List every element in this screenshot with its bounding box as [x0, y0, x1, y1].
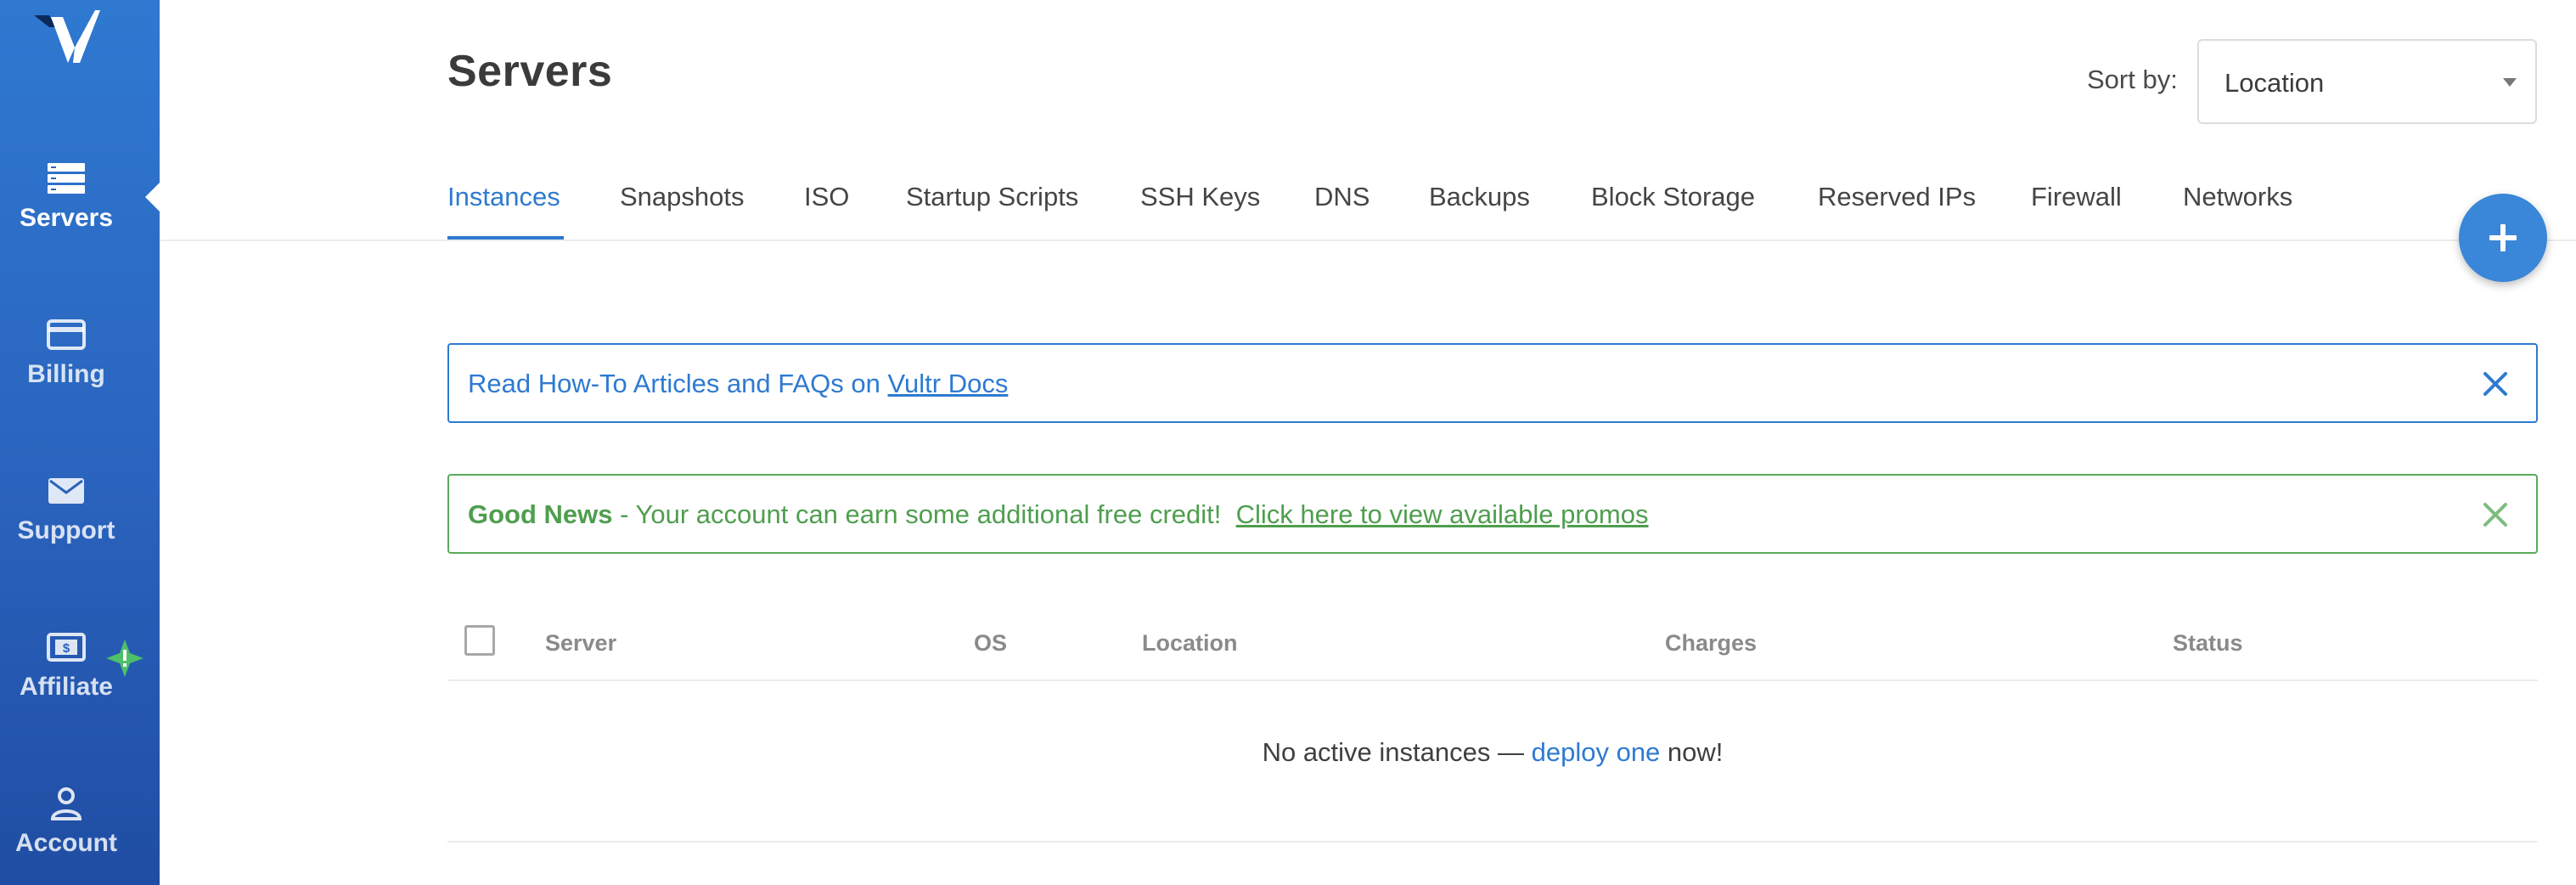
credit-card-icon	[47, 319, 86, 350]
promo-notice-text: Good News - Your account can earn some a…	[468, 499, 1649, 530]
sidebar-item-support[interactable]: Support	[0, 457, 160, 584]
column-header-server[interactable]: Server	[545, 630, 616, 657]
tab-firewall[interactable]: Firewall	[2031, 182, 2122, 212]
dollar-bill-icon: $	[47, 633, 86, 662]
view-promos-link[interactable]: Click here to view available promos	[1236, 499, 1649, 529]
tab-ssh-keys[interactable]: SSH Keys	[1140, 182, 1260, 212]
sidebar-item-label: Affiliate	[19, 673, 113, 701]
sidebar-item-label: Support	[17, 516, 115, 544]
vultr-logo-icon[interactable]	[32, 8, 100, 70]
sort-label: Sort by:	[2087, 65, 2178, 94]
docs-notice: Read How-To Articles and FAQs on Vultr D…	[447, 343, 2538, 423]
empty-state-suffix: now!	[1660, 737, 1724, 767]
column-header-os[interactable]: OS	[974, 630, 1007, 657]
sidebar-item-affiliate[interactable]: $ Affiliate	[0, 613, 160, 741]
close-icon[interactable]	[2480, 369, 2511, 399]
tab-instances[interactable]: Instances	[447, 182, 560, 212]
instances-table-header: Server OS Location Charges Status	[447, 617, 2538, 681]
tab-reserved-ips[interactable]: Reserved IPs	[1818, 182, 1976, 212]
docs-notice-text: Read How-To Articles and FAQs on Vultr D…	[468, 369, 1008, 399]
tab-iso[interactable]: ISO	[804, 182, 849, 212]
docs-notice-message: Read How-To Articles and FAQs on	[468, 369, 888, 398]
tab-backups[interactable]: Backups	[1429, 182, 1530, 212]
chevron-down-icon	[2503, 78, 2517, 87]
server-icon	[48, 163, 85, 194]
empty-state-prefix: No active instances —	[1262, 737, 1532, 767]
select-all-checkbox[interactable]	[464, 625, 495, 656]
empty-state-row: No active instances — deploy one now!	[447, 683, 2538, 843]
sort-select[interactable]: Location	[2197, 39, 2537, 124]
sort-select-value: Location	[2224, 68, 2325, 98]
deploy-one-link[interactable]: deploy one	[1532, 737, 1661, 767]
sidebar-item-servers[interactable]: Servers	[0, 144, 160, 272]
sidebar-item-account[interactable]: Account	[0, 769, 160, 885]
tabs-divider	[160, 240, 2576, 241]
promo-notice: Good News - Your account can earn some a…	[447, 474, 2538, 554]
svg-text:$: $	[63, 641, 70, 656]
tab-networks[interactable]: Networks	[2183, 182, 2292, 212]
column-header-status[interactable]: Status	[2173, 630, 2243, 657]
sidebar-item-label: Billing	[27, 360, 105, 388]
add-server-button[interactable]	[2459, 194, 2547, 282]
tab-dns[interactable]: DNS	[1314, 182, 1370, 212]
tab-snapshots[interactable]: Snapshots	[620, 182, 745, 212]
plus-icon	[2489, 224, 2517, 251]
close-icon[interactable]	[2480, 499, 2511, 530]
tab-startup-scripts[interactable]: Startup Scripts	[906, 182, 1078, 212]
sidebar: Servers Billing Support $ Affiliate Acco…	[0, 0, 160, 885]
sidebar-item-label: Servers	[19, 204, 114, 232]
promo-notice-message: - Your account can earn some additional …	[612, 499, 1236, 529]
column-header-charges[interactable]: Charges	[1665, 630, 1757, 657]
vultr-docs-link[interactable]: Vultr Docs	[888, 369, 1009, 398]
envelope-icon	[48, 478, 84, 504]
column-header-location[interactable]: Location	[1142, 630, 1238, 657]
user-icon	[50, 787, 82, 820]
promo-notice-heading: Good News	[468, 499, 613, 529]
sidebar-item-billing[interactable]: Billing	[0, 301, 160, 428]
sidebar-item-label: Account	[15, 829, 117, 857]
tab-block-storage[interactable]: Block Storage	[1591, 182, 1755, 212]
empty-state-text: No active instances — deploy one now!	[447, 737, 2538, 768]
page-title: Servers	[447, 47, 613, 96]
